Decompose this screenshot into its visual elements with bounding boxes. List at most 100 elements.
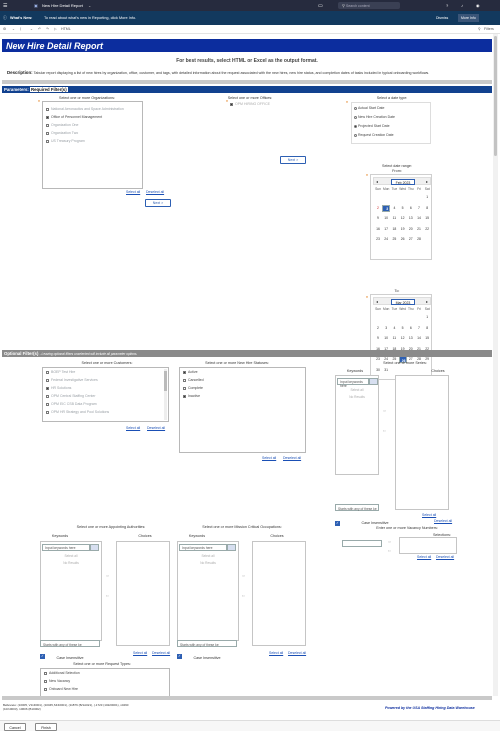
select-all-link[interactable]: Select all xyxy=(422,513,436,517)
status-option[interactable]: Inactive xyxy=(183,394,200,398)
authorities-match-select[interactable]: Starts with any of these ke xyxy=(40,640,100,647)
status-option[interactable]: Active xyxy=(183,370,198,374)
share-icon[interactable]: ⟨ xyxy=(20,27,21,31)
calendar-day[interactable]: 17 xyxy=(382,226,390,232)
calendar-day[interactable]: 15 xyxy=(423,335,431,341)
calendar-day[interactable]: 12 xyxy=(399,215,407,221)
series-match-select[interactable]: Starts with any of these ke xyxy=(335,504,379,511)
customer-option[interactable]: OPM Central Staffing Center xyxy=(46,394,95,398)
occupations-match-select[interactable]: Starts with any of these ke xyxy=(177,640,237,647)
deselect-all-link[interactable]: Deselect all xyxy=(434,519,452,523)
calendar-day[interactable]: 28 xyxy=(415,236,423,242)
calendar-day[interactable]: 10 xyxy=(382,215,390,221)
calendar-day[interactable]: 2 xyxy=(374,325,382,331)
add-arrow-icon[interactable]: ⇨ xyxy=(106,574,109,578)
calendar-day[interactable]: 11 xyxy=(390,215,398,221)
case-insensitive-checkbox[interactable]: ✓ xyxy=(40,654,45,659)
results-select-all[interactable]: Select all xyxy=(338,388,376,392)
customer-option[interactable]: HR Solutions xyxy=(46,386,71,390)
chevron-down-icon[interactable]: ⌄ xyxy=(30,27,33,31)
more-info-button[interactable]: More Info xyxy=(458,14,479,22)
calendar-day[interactable]: 13 xyxy=(407,215,415,221)
org-option[interactable]: Organization One xyxy=(46,123,78,127)
calendar-day[interactable]: 4 xyxy=(390,325,398,331)
calendar-day[interactable]: 5 xyxy=(399,205,407,211)
next-month-icon[interactable]: ▸ xyxy=(426,299,428,304)
output-format[interactable]: HTML xyxy=(61,27,71,31)
office-option[interactable]: OPM HIRING OFFICE xyxy=(230,102,270,106)
calendar-day[interactable]: 11 xyxy=(390,335,398,341)
vacancy-number-input[interactable] xyxy=(342,540,382,547)
search-input[interactable]: Search content xyxy=(338,2,400,9)
request-type-option[interactable]: New Vacancy xyxy=(44,679,70,683)
calendar-day[interactable]: 3 xyxy=(382,325,390,331)
customer-option[interactable]: OPM HR Strategy and Pool Solutions xyxy=(46,410,109,414)
statuses-list[interactable]: Active Cancelled Complete Inactive xyxy=(179,367,306,453)
month-select[interactable]: Feb 2023 xyxy=(391,179,415,185)
calendar-day[interactable]: 14 xyxy=(415,215,423,221)
calendar-day[interactable]: 7 xyxy=(415,325,423,331)
calendar-day[interactable]: 13 xyxy=(407,335,415,341)
back-icon[interactable]: ↶ xyxy=(38,27,41,31)
chevron-down-icon[interactable]: ⌄ xyxy=(88,3,91,8)
bell-icon[interactable]: ♪ xyxy=(461,3,463,8)
series-keyword-input[interactable]: Input keywords here xyxy=(337,378,369,388)
calendar-day[interactable]: 8 xyxy=(423,205,431,211)
chat-icon[interactable]: ▭ xyxy=(318,3,323,9)
request-type-option[interactable]: Additional Selection xyxy=(44,671,80,675)
calendar-day[interactable]: 4 xyxy=(390,205,398,211)
org-option[interactable]: National Aeronautics and Space Administr… xyxy=(46,107,124,111)
deselect-all-link[interactable]: Deselect all xyxy=(147,426,165,430)
select-all-link[interactable]: Select all xyxy=(269,651,283,655)
occupations-choices-list[interactable] xyxy=(252,541,306,646)
calendar-day[interactable]: 18 xyxy=(390,226,398,232)
calendar-day[interactable]: 5 xyxy=(399,325,407,331)
search-button[interactable] xyxy=(227,544,236,551)
select-all-link[interactable]: Select all xyxy=(417,555,431,559)
org-option[interactable]: US Treasury Program xyxy=(46,139,85,143)
vacancy-selections-list[interactable] xyxy=(399,537,457,554)
customer-option[interactable]: Federal Investigative Services xyxy=(46,378,98,382)
organizations-list[interactable]: National Aeronautics and Space Administr… xyxy=(42,101,143,189)
calendar-day[interactable]: 23 xyxy=(374,236,382,242)
customer-option[interactable]: BOEP Test Hire xyxy=(46,370,75,374)
search-button[interactable] xyxy=(369,378,378,385)
calendar-day[interactable]: 20 xyxy=(407,226,415,232)
calendar-day[interactable]: 9 xyxy=(374,335,382,341)
calendar-day[interactable]: 7 xyxy=(415,205,423,211)
remove-arrow-icon[interactable]: ⇦ xyxy=(388,549,391,553)
results-select-all[interactable]: Select all xyxy=(43,554,99,558)
calendar-day[interactable]: 1 xyxy=(423,314,431,320)
authorities-choices-list[interactable] xyxy=(116,541,170,646)
calendar-day[interactable]: 16 xyxy=(374,226,382,232)
deselect-all-link[interactable]: Deselect all xyxy=(436,555,454,559)
remove-arrow-icon[interactable]: ⇦ xyxy=(383,429,386,433)
prev-month-icon[interactable]: ◂ xyxy=(376,179,378,184)
add-arrow-icon[interactable]: ⇨ xyxy=(242,574,245,578)
status-option[interactable]: Cancelled xyxy=(183,378,204,382)
filter-icon[interactable]: ⚲ xyxy=(478,27,481,31)
cancel-button[interactable]: Cancel xyxy=(4,723,26,731)
select-all-link[interactable]: Select all xyxy=(126,426,140,430)
forward-icon[interactable]: ↷ xyxy=(46,27,49,31)
calendar-day[interactable]: 19 xyxy=(399,226,407,232)
next-button[interactable]: Next > xyxy=(145,199,171,207)
date-type-option[interactable]: Projected Start Date xyxy=(354,124,390,128)
page-scrollbar[interactable] xyxy=(493,34,498,696)
date-type-option[interactable]: Request Creation Date xyxy=(354,133,394,137)
org-option[interactable]: Office of Personnel Management xyxy=(46,115,102,119)
menu-icon[interactable]: ☰ xyxy=(3,3,7,9)
request-type-option[interactable]: Onboard New Hire xyxy=(44,687,78,691)
calendar-day[interactable]: 8 xyxy=(423,325,431,331)
occupations-keyword-input[interactable]: Input keywords here xyxy=(179,544,227,551)
chevron-down-icon[interactable]: ⌄ xyxy=(12,27,15,31)
case-insensitive-checkbox[interactable]: ✓ xyxy=(177,654,182,659)
deselect-all-link[interactable]: Deselect all xyxy=(283,456,301,460)
offices-list[interactable]: OPM HIRING OFFICE xyxy=(230,101,270,110)
calendar-day[interactable]: 31 xyxy=(382,367,390,373)
next-month-icon[interactable]: ▸ xyxy=(426,179,428,184)
status-option[interactable]: Complete xyxy=(183,386,203,390)
help-icon[interactable]: ? xyxy=(446,3,448,8)
finish-button[interactable]: Finish xyxy=(35,723,57,731)
authorities-keyword-input[interactable]: Input keywords here xyxy=(42,544,90,551)
